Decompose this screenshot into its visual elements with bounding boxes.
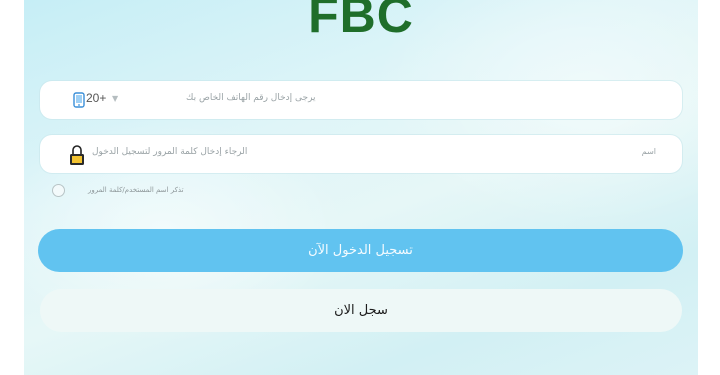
login-button[interactable]: تسجيل الدخول الآن <box>38 229 683 272</box>
phone-icon <box>73 92 85 108</box>
password-visibility-toggle[interactable]: اسم <box>642 147 656 156</box>
password-field[interactable]: الرجاء إدخال كلمة المرور لتسجيل الدخول ا… <box>40 135 682 173</box>
register-button[interactable]: سجل الان <box>40 289 682 332</box>
phone-field[interactable]: 20+ ▼ يرجى إدخال رقم الهاتف الخاص بك <box>40 81 682 119</box>
lock-icon <box>70 145 84 165</box>
password-placeholder: الرجاء إدخال كلمة المرور لتسجيل الدخول <box>92 147 248 157</box>
remember-label: تذكر اسم المستخدم/كلمة المرور <box>88 186 184 194</box>
phone-placeholder: يرجى إدخال رقم الهاتف الخاص بك <box>186 93 316 103</box>
country-code[interactable]: 20+ <box>86 91 106 105</box>
chevron-down-icon[interactable]: ▼ <box>112 94 118 103</box>
app-logo: FBC <box>308 0 414 43</box>
remember-radio[interactable] <box>52 184 65 197</box>
